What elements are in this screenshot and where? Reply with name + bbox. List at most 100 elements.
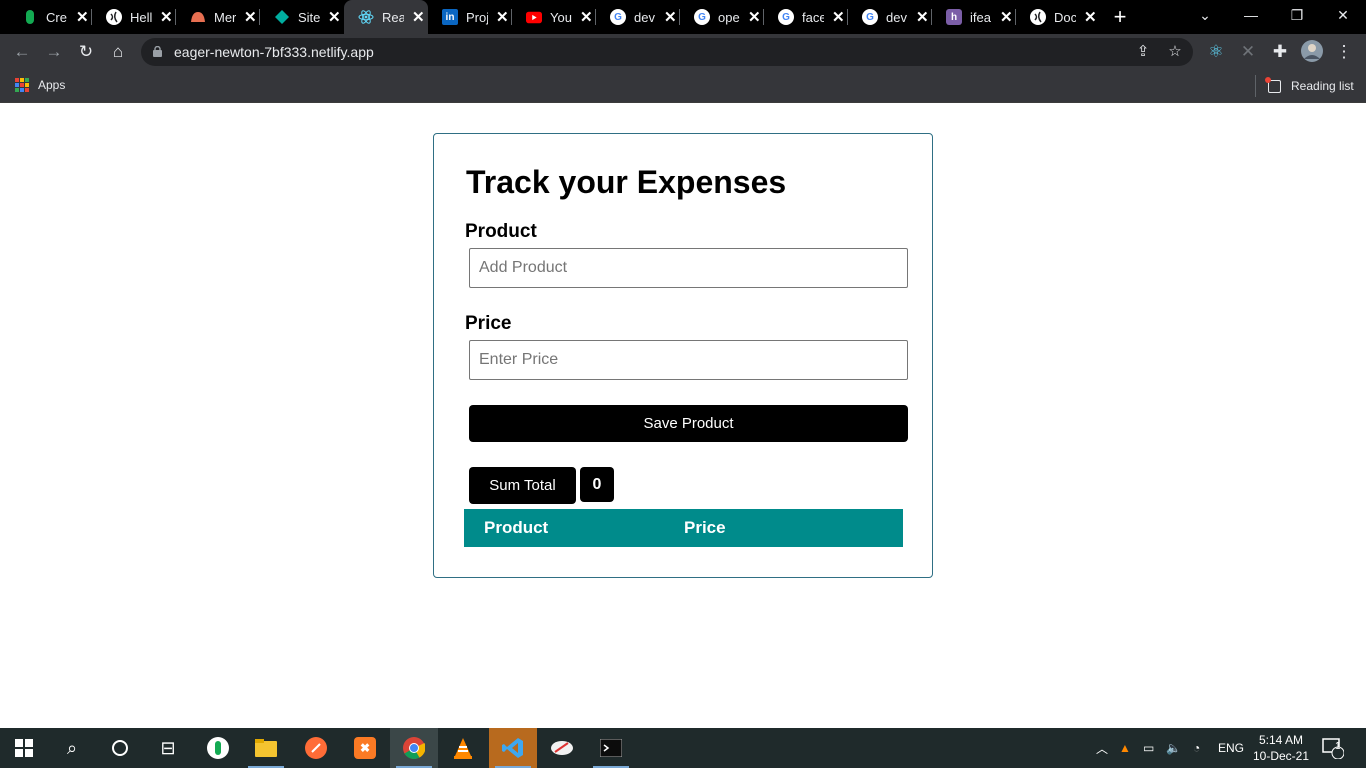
close-icon[interactable]: ✕ — [244, 8, 257, 26]
browser-tab[interactable]: You ✕ — [512, 0, 596, 34]
back-arrow-icon[interactable]: ← — [10, 40, 34, 64]
green-db-icon — [22, 9, 38, 25]
browser-tab[interactable]: Doc ✕ — [1016, 0, 1100, 34]
tab-title: ifea — [970, 9, 991, 25]
bookmark-star-icon[interactable]: ☆ — [1163, 40, 1187, 64]
close-icon[interactable]: ✕ — [580, 8, 593, 26]
show-hidden-icons-icon[interactable]: ︿ — [1096, 728, 1108, 768]
browser-tab[interactable]: Hell ✕ — [92, 0, 176, 34]
vlc-icon[interactable] — [439, 728, 487, 768]
task-view-icon[interactable]: ⊟ — [144, 728, 192, 768]
product-input[interactable] — [469, 248, 908, 288]
browser-tab[interactable]: G dev ✕ — [596, 0, 680, 34]
save-product-button[interactable]: Save Product — [469, 405, 908, 442]
expense-table-header: Product Price — [464, 509, 903, 547]
close-icon[interactable]: ✕ — [76, 8, 89, 26]
react-devtools-icon[interactable]: ⚛ — [1204, 40, 1228, 64]
tab-title: face — [802, 9, 824, 25]
browser-tab[interactable]: G dev ✕ — [848, 0, 932, 34]
restore-icon[interactable]: ❐ — [1274, 0, 1320, 30]
column-header-product: Product — [484, 518, 549, 537]
url-text: eager-newton-7bf333.netlify.app — [174, 44, 374, 60]
browser-tab[interactable]: Site ✕ — [260, 0, 344, 34]
terminal-icon[interactable] — [587, 728, 635, 768]
wifi-icon[interactable]: ◔ — [1193, 728, 1200, 768]
close-icon[interactable]: ✕ — [1084, 8, 1097, 26]
apps-grid-icon — [15, 78, 29, 92]
notification-center-icon[interactable]: 1 — [1322, 728, 1344, 768]
tab-title: Hell — [130, 9, 152, 25]
reload-icon[interactable]: ↻ — [74, 40, 98, 64]
google-icon: G — [694, 9, 710, 25]
close-icon[interactable]: ✕ — [1000, 8, 1013, 26]
column-header-price: Price — [684, 518, 726, 537]
tab-title: You — [550, 9, 572, 25]
minimize-icon[interactable]: — — [1228, 0, 1274, 30]
google-icon: G — [778, 9, 794, 25]
new-tab-button[interactable]: + — [1108, 4, 1132, 30]
mern-icon — [190, 9, 206, 25]
browser-tab[interactable]: G face ✕ — [764, 0, 848, 34]
tab-search-icon[interactable]: ⌄ — [1182, 0, 1228, 30]
sum-total-button[interactable]: Sum Total — [469, 467, 576, 504]
close-icon[interactable]: ✕ — [496, 8, 509, 26]
close-window-icon[interactable]: ✕ — [1320, 0, 1366, 30]
battery-icon[interactable]: ▭ — [1143, 728, 1154, 768]
windows-start-icon[interactable] — [0, 728, 48, 768]
clock-date: 10-Dec-21 — [1252, 749, 1310, 763]
clock-time: 5:14 AM — [1258, 733, 1304, 747]
search-icon[interactable]: ⌕ — [48, 728, 96, 768]
forward-arrow-icon[interactable]: → — [42, 40, 66, 64]
reading-list-label: Reading list — [1291, 79, 1354, 93]
browser-tab[interactable]: Mer ✕ — [176, 0, 260, 34]
google-icon: G — [862, 9, 878, 25]
browser-tab-strip: Cre ✕ Hell ✕ Mer ✕ Site ✕ Rea ✕ in Proj … — [0, 0, 1366, 34]
reading-list-button[interactable]: Reading list — [1255, 75, 1354, 97]
notification-count: 1 — [1335, 741, 1341, 752]
price-label: Price — [465, 313, 512, 334]
vscode-icon[interactable] — [489, 728, 537, 768]
browser-toolbar: ← → ↻ ⌂ eager-newton-7bf333.netlify.app … — [0, 34, 1366, 70]
close-icon[interactable]: ✕ — [748, 8, 761, 26]
address-bar[interactable]: eager-newton-7bf333.netlify.app ⇪ ☆ — [141, 38, 1193, 66]
close-icon[interactable]: ✕ — [664, 8, 677, 26]
home-icon[interactable]: ⌂ — [106, 40, 130, 64]
browser-tab[interactable]: G ope ✕ — [680, 0, 764, 34]
chrome-icon[interactable] — [390, 728, 438, 768]
tab-title: Mer — [214, 9, 236, 25]
tab-title: Site — [298, 9, 320, 25]
volume-icon[interactable]: 🔈 — [1166, 728, 1181, 768]
file-explorer-icon[interactable] — [242, 728, 290, 768]
close-icon[interactable]: ✕ — [160, 8, 173, 26]
vlc-tray-icon[interactable]: ▲ — [1119, 728, 1131, 768]
extension-x-icon[interactable]: ✕ — [1236, 40, 1260, 64]
react-icon — [358, 9, 374, 25]
language-indicator[interactable]: ENG — [1218, 728, 1244, 768]
tab-title: Doc — [1054, 9, 1076, 25]
snipping-tool-icon[interactable] — [538, 728, 586, 768]
browser-tab[interactable]: in Proj ✕ — [428, 0, 512, 34]
apps-shortcut[interactable]: Apps — [15, 78, 65, 92]
browser-tab[interactable]: Cre ✕ — [8, 0, 92, 34]
mongodb-compass-icon[interactable] — [194, 728, 242, 768]
browser-tab[interactable]: h ifea ✕ — [932, 0, 1016, 34]
postman-icon[interactable] — [292, 728, 340, 768]
menu-kebab-icon[interactable]: ⋮ — [1332, 40, 1356, 64]
netlify-icon — [274, 9, 290, 25]
bookmarks-bar: Apps Reading list — [0, 70, 1366, 103]
extensions-puzzle-icon[interactable]: ✚ — [1268, 40, 1292, 64]
close-icon[interactable]: ✕ — [412, 8, 425, 26]
close-icon[interactable]: ✕ — [328, 8, 341, 26]
close-icon[interactable]: ✕ — [832, 8, 845, 26]
close-icon[interactable]: ✕ — [916, 8, 929, 26]
share-icon[interactable]: ⇪ — [1131, 40, 1155, 64]
reading-list-icon — [1265, 76, 1281, 93]
xampp-icon[interactable]: ✖ — [341, 728, 389, 768]
browser-tab-active[interactable]: Rea ✕ — [344, 0, 428, 34]
avatar[interactable] — [1300, 40, 1324, 64]
cortana-icon[interactable] — [96, 728, 144, 768]
price-input[interactable] — [469, 340, 908, 380]
tab-title: Rea — [382, 9, 404, 25]
youtube-icon — [526, 9, 542, 25]
system-clock[interactable]: 5:14 AM 10-Dec-21 — [1250, 732, 1312, 764]
